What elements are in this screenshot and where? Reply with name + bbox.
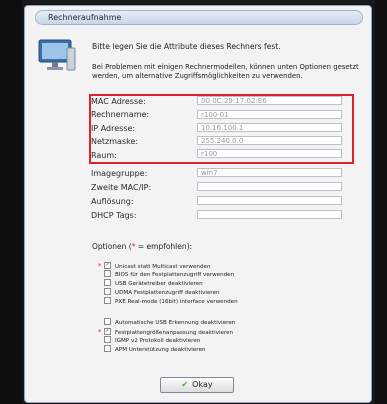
checkbox[interactable] (104, 345, 111, 352)
dialog-title: Rechneraufnahme (48, 13, 122, 22)
option-apm[interactable]: APM Unterstützung deaktivieren (98, 345, 205, 354)
checkbox[interactable] (104, 318, 111, 325)
checkbox[interactable] (104, 288, 111, 295)
resolution-field[interactable] (197, 196, 342, 205)
computer-name-label: Rechnername: (91, 110, 150, 119)
checkmark-icon: ✔ (181, 380, 189, 389)
option-pxe-realmode[interactable]: PXE Real-mode (16bit) interface verwende… (98, 297, 238, 306)
option-bios-disk[interactable]: BIOS für den Festplattenzugriff verwende… (98, 270, 234, 279)
room-label: Raum: (91, 151, 117, 160)
options-heading: Optionen (* = empfohlen): (92, 242, 193, 251)
option-usb-detection[interactable]: Automatische USB Erkennung deaktivieren (98, 318, 235, 327)
image-group-label: Imagegruppe: (91, 169, 148, 178)
checkbox[interactable] (104, 297, 111, 304)
checkbox-checked[interactable]: ✓ (104, 328, 111, 335)
room-field[interactable]: r100 (197, 149, 342, 158)
option-unicast[interactable]: * ✓ Unicast statt Multicast verwenden (98, 262, 211, 270)
ip-address-label: IP Adresse: (91, 124, 136, 133)
option-usb-drivers[interactable]: USB Gerätetreiber deaktivieren (98, 279, 203, 288)
computer-name-field[interactable]: r100-01 (197, 110, 342, 119)
netmask-label: Netzmaske: (91, 137, 139, 146)
rechneraufnahme-dialog: Rechneraufnahme Bitte legen Sie die Attr… (24, 5, 372, 403)
intro-text-secondary: Bei Problemen mit einigen Rechnermodelle… (92, 63, 359, 80)
image-group-field[interactable]: win7 (197, 168, 342, 177)
dialog-titlebar: Rechneraufnahme (35, 10, 363, 25)
checkbox[interactable] (104, 270, 111, 277)
option-igmp-v2[interactable]: IGMP v2 Protokoll deaktivieren (98, 336, 200, 345)
checkbox[interactable] (104, 279, 111, 286)
mac-address-label: MAC Adresse: (91, 97, 146, 106)
computer-monitor-icon (38, 39, 76, 71)
netmask-field[interactable]: 255.240.0.0 (197, 136, 342, 145)
dhcp-tags-label: DHCP Tags: (91, 211, 137, 220)
checkbox[interactable] (104, 336, 111, 343)
resolution-label: Auflösung: (91, 197, 134, 206)
option-disk-resize[interactable]: * ✓ Festplattengrößenanpassung deaktiviere… (98, 328, 233, 336)
mac-address-field[interactable]: 00:0C:29:17:02:E6 (197, 96, 342, 105)
ip-address-field[interactable]: 10.16.100.1 (197, 123, 342, 132)
second-mac-ip-field[interactable] (197, 182, 342, 191)
option-udma[interactable]: UDMA Festplattenzugriff deaktivieren (98, 288, 220, 297)
screen-right-edge (375, 0, 387, 404)
intro-text-primary: Bitte legen Sie die Attribute dieses Rec… (92, 42, 281, 51)
checkbox-checked[interactable]: ✓ (104, 262, 111, 269)
dhcp-tags-field[interactable] (197, 210, 342, 219)
second-mac-ip-label: Zweite MAC/IP: (91, 183, 152, 192)
screen-left-edge (0, 0, 22, 404)
okay-button[interactable]: ✔ Okay (160, 377, 234, 393)
